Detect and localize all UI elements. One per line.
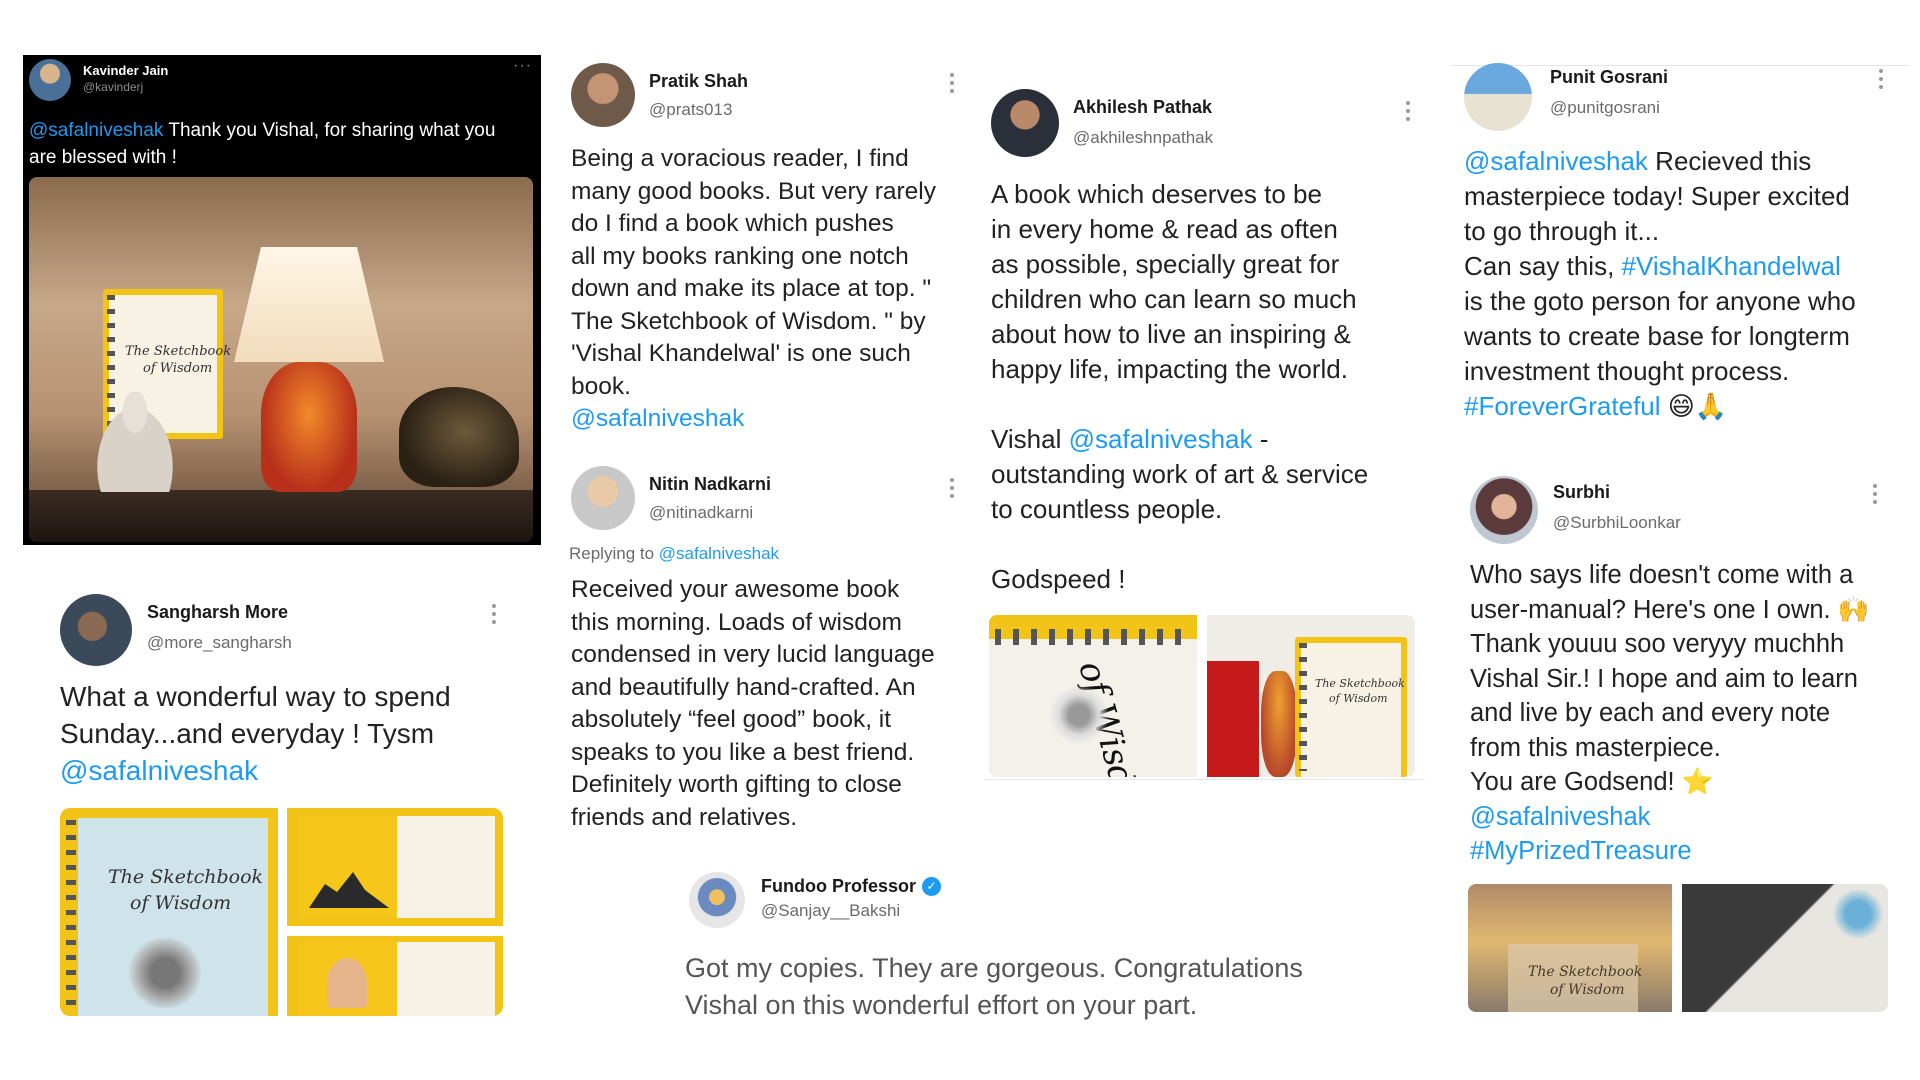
mention-link[interactable]: @safalniveshak <box>1069 424 1253 454</box>
avatar[interactable] <box>1464 63 1532 131</box>
divider <box>1450 65 1910 66</box>
tweet-photo[interactable]: The Sketchbook of Wisdom <box>60 808 278 1016</box>
avatar[interactable] <box>1470 476 1538 544</box>
tweet-sangharsh-more: Sangharsh More @more_sangharsh What a wo… <box>55 590 525 1020</box>
mention-link[interactable]: @safalniveshak <box>1470 803 1650 831</box>
cartoon-illustration <box>327 958 367 1008</box>
avatar[interactable] <box>29 59 71 101</box>
hashtag-link[interactable]: #ForeverGrateful <box>1464 391 1661 421</box>
page-corner <box>1828 884 1888 944</box>
book-subtitle: of Wisdom <box>130 892 232 914</box>
author-handle[interactable]: @akhileshnpathak <box>1073 128 1213 148</box>
author-name[interactable]: Kavinder Jain <box>83 63 168 78</box>
author-name[interactable]: Nitin Nadkarni <box>649 474 771 495</box>
rose-sketch <box>1049 675 1109 755</box>
mention-link[interactable]: @safalniveshak <box>29 120 163 141</box>
author-name[interactable]: Punit Gosrani <box>1550 67 1668 88</box>
mention-link[interactable]: @safalniveshak <box>571 405 744 432</box>
avatar[interactable] <box>689 872 745 928</box>
tweet-photo[interactable]: The Sketchbook of Wisdom <box>1207 615 1415 777</box>
avatar[interactable] <box>991 89 1059 157</box>
shelf <box>29 490 533 542</box>
author-name[interactable]: Pratik Shah <box>649 71 748 92</box>
tweet-fundoo-professor: Fundoo Professor ✓ @Sanjay__Bakshi Got m… <box>685 870 1365 1030</box>
hashtag-link[interactable]: #MyPrizedTreasure <box>1470 837 1692 865</box>
book-title: The Sketchbook <box>108 866 264 888</box>
tweet-pratik-shah: Pratik Shah @prats013 Being a voracious … <box>565 55 965 435</box>
emoji: 😄🙏 <box>1667 391 1728 421</box>
lamp-shade <box>234 247 384 362</box>
author-handle[interactable]: @Sanjay__Bakshi <box>761 901 900 921</box>
tweet-text: Received your awesome book this morning.… <box>571 576 935 831</box>
book-photo: The Sketchbook of Wisdom <box>1295 637 1407 777</box>
mention-link[interactable]: @safalniveshak <box>1464 146 1648 176</box>
author-name[interactable]: Akhilesh Pathak <box>1073 97 1212 118</box>
more-options-icon[interactable]: ··· <box>513 57 532 75</box>
tweet-text: Who says life doesn't come with a user-m… <box>1470 561 1870 865</box>
avatar[interactable] <box>60 594 132 666</box>
tweet-text: @safalniveshak Recieved this masterpiece… <box>1464 146 1856 421</box>
tweet-surbhi: Surbhi @SurbhiLoonkar Who says life does… <box>1460 470 1910 1040</box>
tweet-text: Being a voracious reader, I find many go… <box>571 145 936 432</box>
author-name[interactable]: Sangharsh More <box>147 602 288 623</box>
more-options-icon[interactable] <box>949 478 955 498</box>
tweet-text: @safalniveshak Thank you Vishal, for sha… <box>29 120 496 168</box>
tweet-akhilesh-pathak: Akhilesh Pathak @akhileshnpathak A book … <box>985 85 1425 785</box>
author-handle[interactable]: @more_sangharsh <box>147 633 292 653</box>
tweet-photo[interactable]: The Sketchbook of Wisdom <box>1468 884 1672 1012</box>
more-options-icon[interactable] <box>1405 101 1411 121</box>
author-name[interactable]: Fundoo Professor <box>761 876 916 897</box>
red-book <box>1207 661 1259 777</box>
more-options-icon[interactable] <box>1878 69 1884 89</box>
author-handle[interactable]: @nitinadkarni <box>649 503 753 523</box>
author-handle[interactable]: @SurbhiLoonkar <box>1553 513 1681 533</box>
verified-icon: ✓ <box>922 877 941 896</box>
elephant-statue <box>399 387 519 487</box>
buddha-statue <box>87 392 183 492</box>
more-options-icon[interactable] <box>491 604 497 624</box>
tweet-photo[interactable] <box>1682 884 1888 1012</box>
figurine <box>1261 671 1297 777</box>
tweet-text: A book which deserves to be in every hom… <box>991 179 1369 594</box>
author-name[interactable]: Surbhi <box>1553 482 1610 503</box>
tweet-punit-gosrani: Punit Gosrani @punitgosrani @safalnivesh… <box>1450 55 1910 435</box>
tweet-photo[interactable] <box>287 808 503 926</box>
spiral-rings <box>995 629 1191 645</box>
replying-to: Replying to @safalniveshak <box>569 544 780 563</box>
avatar[interactable] <box>571 63 635 127</box>
hashtag-link[interactable]: #VishalKhandelwal <box>1622 251 1841 281</box>
tweet-photo[interactable] <box>287 936 503 1016</box>
author-handle[interactable]: @kavinderj <box>83 80 143 94</box>
tweet-photo[interactable]: of Wisdom <box>989 615 1197 777</box>
tweet-text: Got my copies. They are gorgeous. Congra… <box>685 953 1303 1020</box>
mention-link[interactable]: @safalniveshak <box>659 544 779 563</box>
tweet-kavinder-jain: Kavinder Jain @kavinderj ··· @safalnives… <box>23 55 541 545</box>
mention-link[interactable]: @safalniveshak <box>60 755 258 786</box>
more-options-icon[interactable] <box>949 73 955 93</box>
author-handle[interactable]: @prats013 <box>649 100 732 120</box>
more-options-icon[interactable] <box>1872 484 1878 504</box>
author-handle[interactable]: @punitgosrani <box>1550 98 1660 118</box>
avatar[interactable] <box>571 466 635 530</box>
divider <box>985 779 1425 780</box>
tree-sketch <box>120 938 210 1008</box>
tweet-text: What a wonderful way to spend Sunday...a… <box>60 681 451 786</box>
tweet-photo[interactable]: The Sketchbook of Wisdom <box>29 177 533 542</box>
lamp-base <box>261 362 357 492</box>
tweet-nitin-nadkarni: Nitin Nadkarni @nitinadkarni Replying to… <box>565 462 965 842</box>
